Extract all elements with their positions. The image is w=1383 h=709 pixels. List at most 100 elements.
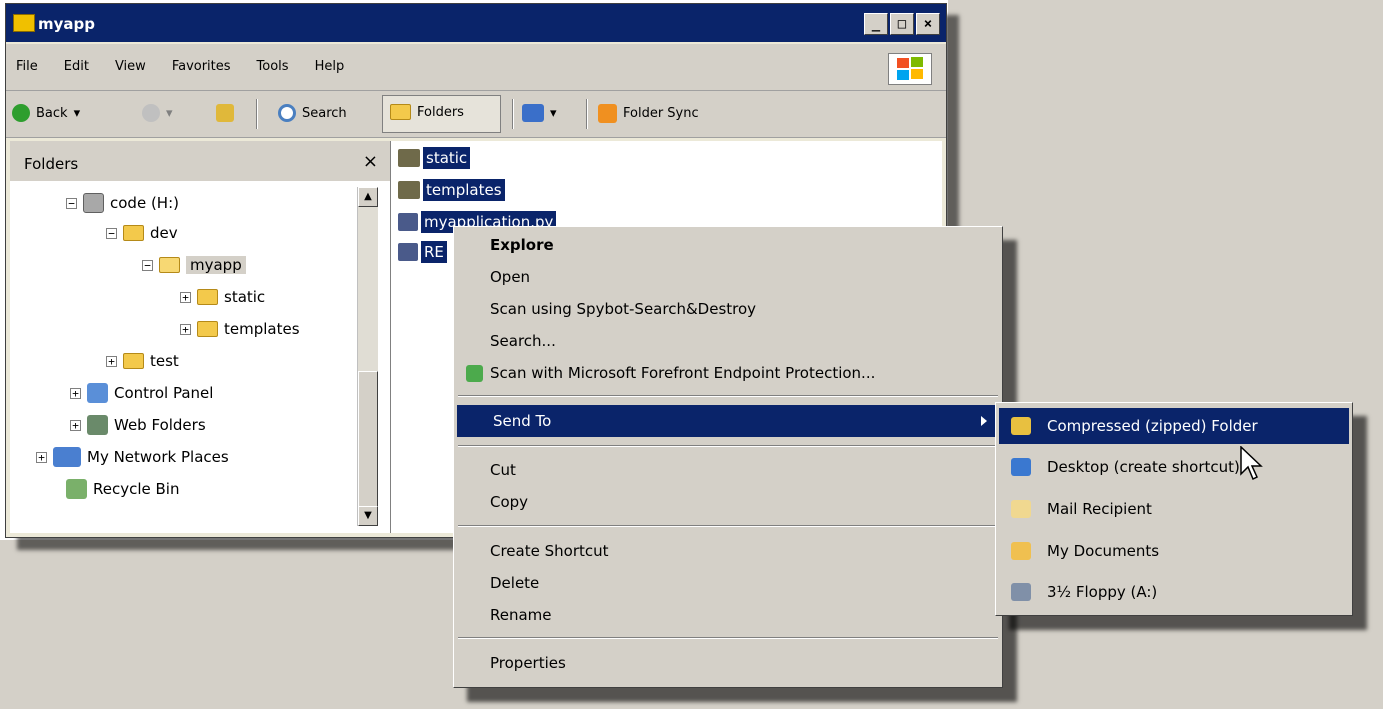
sendto-compressed-folder[interactable]: Compressed (zipped) Folder: [999, 408, 1349, 444]
window-title: myapp: [38, 15, 96, 33]
sendto-floppy[interactable]: 3½ Floppy (A:): [999, 574, 1349, 610]
recycle-bin-icon: [66, 479, 87, 499]
tree-item-dev[interactable]: − dev: [106, 219, 178, 247]
folders-icon: [390, 104, 411, 120]
file-item-templates[interactable]: templates: [398, 179, 505, 201]
tree-item-static[interactable]: + static: [180, 283, 265, 311]
folder-icon: [398, 149, 420, 167]
menu-item-create-shortcut[interactable]: Create Shortcut: [454, 535, 1002, 567]
floppy-drive-icon: [1011, 583, 1031, 601]
scroll-thumb[interactable]: [358, 371, 378, 521]
menu-item-search[interactable]: Search...: [454, 325, 1002, 357]
toolbar-separator: [512, 99, 513, 129]
menu-item-send-to[interactable]: Send To: [457, 405, 999, 437]
expand-icon[interactable]: +: [106, 355, 117, 367]
file-name: RE: [421, 241, 447, 263]
back-button[interactable]: Back ▾: [12, 104, 80, 122]
sendto-desktop[interactable]: Desktop (create shortcut): [999, 449, 1349, 485]
close-button[interactable]: ×: [916, 13, 940, 35]
menu-help[interactable]: Help: [315, 59, 345, 74]
menu-file[interactable]: File: [16, 59, 38, 74]
scroll-up-button[interactable]: ▲: [358, 187, 378, 207]
menu-item-cut[interactable]: Cut: [454, 454, 1002, 486]
collapse-icon[interactable]: −: [106, 227, 117, 239]
menu-item-scan-spybot[interactable]: Scan using Spybot-Search&Destroy: [454, 293, 1002, 325]
collapse-icon[interactable]: −: [142, 259, 153, 271]
mouse-cursor-icon: [1240, 446, 1263, 481]
menu-item-rename[interactable]: Rename: [454, 599, 1002, 631]
menu-item-copy[interactable]: Copy: [454, 486, 1002, 518]
submenu-item-label: 3½ Floppy (A:): [1047, 583, 1158, 601]
expand-icon[interactable]: +: [180, 291, 191, 303]
menu-item-explore[interactable]: Explore: [454, 229, 1002, 261]
folders-scrollbar[interactable]: ▲ ▼: [357, 187, 378, 526]
menu-separator: [458, 395, 998, 396]
folders-button-content[interactable]: Folders: [390, 104, 464, 120]
search-button[interactable]: Search: [278, 104, 347, 122]
expand-icon[interactable]: +: [70, 419, 81, 431]
tree-item-test[interactable]: + test: [106, 347, 179, 375]
back-dropdown-icon[interactable]: ▾: [74, 106, 81, 121]
up-folder-button[interactable]: [216, 104, 234, 122]
submenu-arrow-icon: [981, 416, 987, 426]
expand-icon[interactable]: +: [70, 387, 81, 399]
forward-dropdown-icon[interactable]: ▾: [166, 106, 173, 121]
expand-icon[interactable]: +: [180, 323, 191, 335]
tree-item-control-panel[interactable]: + Control Panel: [70, 379, 213, 407]
collapse-icon[interactable]: −: [66, 197, 77, 209]
forward-arrow-icon: [142, 104, 160, 122]
minimize-button[interactable]: _: [864, 13, 888, 35]
menu-item-delete[interactable]: Delete: [454, 567, 1002, 599]
tree-item-label: myapp: [186, 256, 246, 274]
menu-edit[interactable]: Edit: [64, 59, 89, 74]
tree-item-label: test: [150, 352, 179, 370]
tree-item-web-folders[interactable]: + Web Folders: [70, 411, 206, 439]
file-icon: [398, 243, 418, 261]
toolbar: Back ▾ ▾ Search Folders ▾ Folder Sync: [6, 91, 946, 138]
python-file-icon: [398, 213, 418, 231]
menu-tools[interactable]: Tools: [257, 59, 289, 74]
sendto-mail-recipient[interactable]: Mail Recipient: [999, 491, 1349, 527]
close-pane-icon[interactable]: ×: [363, 151, 378, 172]
forward-button[interactable]: ▾: [142, 104, 173, 122]
views-dropdown-icon[interactable]: ▾: [550, 106, 557, 121]
maximize-button[interactable]: □: [890, 13, 914, 35]
file-item-readme[interactable]: RE: [398, 241, 447, 263]
folder-icon: [123, 225, 144, 241]
tree-item-label: Recycle Bin: [93, 480, 180, 498]
menu-item-properties[interactable]: Properties: [454, 647, 1002, 679]
menu-view[interactable]: View: [115, 59, 146, 74]
sendto-my-documents[interactable]: My Documents: [999, 533, 1349, 569]
desktop-shortcut-icon: [1011, 458, 1031, 476]
menu-item-open[interactable]: Open: [454, 261, 1002, 293]
context-menu: Explore Open Scan using Spybot-Search&De…: [453, 226, 1003, 688]
tree-item-myapp[interactable]: − myapp: [142, 251, 246, 279]
menu-favorites[interactable]: Favorites: [172, 59, 231, 74]
tree-item-label: My Network Places: [87, 448, 229, 466]
search-icon: [278, 104, 296, 122]
views-button[interactable]: ▾: [522, 104, 557, 122]
scroll-down-button[interactable]: ▼: [358, 506, 378, 526]
tree-item-recycle-bin[interactable]: Recycle Bin: [66, 475, 179, 503]
submenu-item-label: Mail Recipient: [1047, 500, 1152, 518]
forefront-shield-icon: [466, 365, 483, 382]
menu-separator: [458, 445, 998, 446]
zip-folder-icon: [1011, 417, 1031, 435]
toolbar-separator: [586, 99, 587, 129]
title-bar[interactable]: myapp _ □ ×: [6, 4, 946, 42]
menu-item-scan-forefront[interactable]: Scan with Microsoft Forefront Endpoint P…: [454, 357, 1002, 389]
folders-label: Folders: [417, 104, 464, 120]
tree-item-my-network-places[interactable]: + My Network Places: [36, 443, 229, 471]
expand-icon[interactable]: +: [36, 451, 47, 463]
tree-item-label: code (H:): [110, 194, 179, 212]
up-folder-icon: [216, 104, 234, 122]
file-name: templates: [423, 179, 505, 201]
tree-item-label: dev: [150, 224, 178, 242]
file-item-static[interactable]: static: [398, 147, 471, 169]
menu-separator: [458, 637, 998, 638]
back-label: Back: [36, 105, 68, 121]
tree-item-label: templates: [224, 320, 300, 338]
tree-item-templates[interactable]: + templates: [180, 315, 300, 343]
folder-sync-button[interactable]: Folder Sync: [598, 104, 699, 123]
tree-item-code-drive[interactable]: − code (H:): [66, 189, 179, 217]
